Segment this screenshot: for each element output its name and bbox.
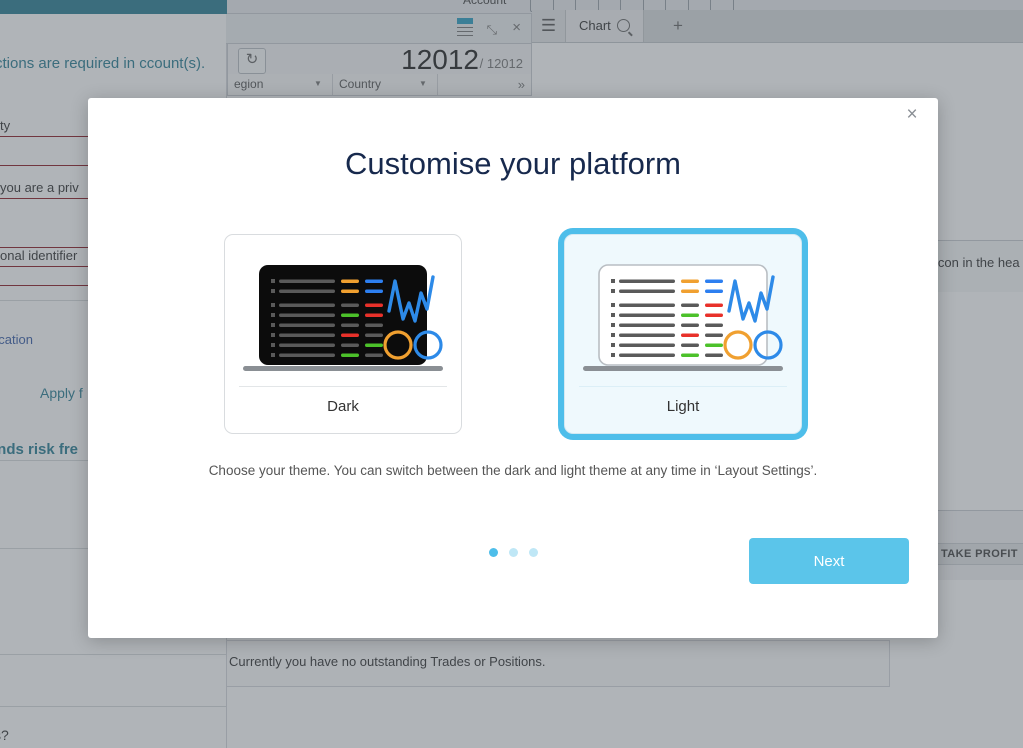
theme-description: Choose your theme. You can switch betwee… (208, 463, 818, 478)
pagination-dot-3[interactable] (528, 548, 538, 557)
theme-label-light: Light (666, 398, 700, 415)
dark-card-divider (239, 386, 447, 387)
theme-card-light[interactable]: Light (564, 234, 802, 434)
close-icon[interactable]: × (899, 102, 925, 128)
customise-platform-modal: × Customise your platform Dark Light Cho… (88, 98, 938, 638)
theme-label-dark: Dark (327, 398, 359, 415)
light-theme-illustration (565, 259, 801, 375)
pagination-dot-2[interactable] (508, 548, 518, 557)
next-button[interactable]: Next (749, 538, 909, 584)
page-title: Customise your platform (345, 146, 681, 181)
theme-card-dark[interactable]: Dark (224, 234, 462, 434)
dark-theme-illustration (225, 259, 461, 375)
theme-card-list: Dark Light (88, 234, 938, 434)
dark-monitor-icon (243, 265, 443, 371)
pagination-dot-1[interactable] (488, 548, 498, 557)
light-card-divider (579, 386, 787, 387)
light-monitor-icon (583, 264, 783, 371)
screen: Account nt actions are required in ccoun… (0, 0, 1023, 748)
